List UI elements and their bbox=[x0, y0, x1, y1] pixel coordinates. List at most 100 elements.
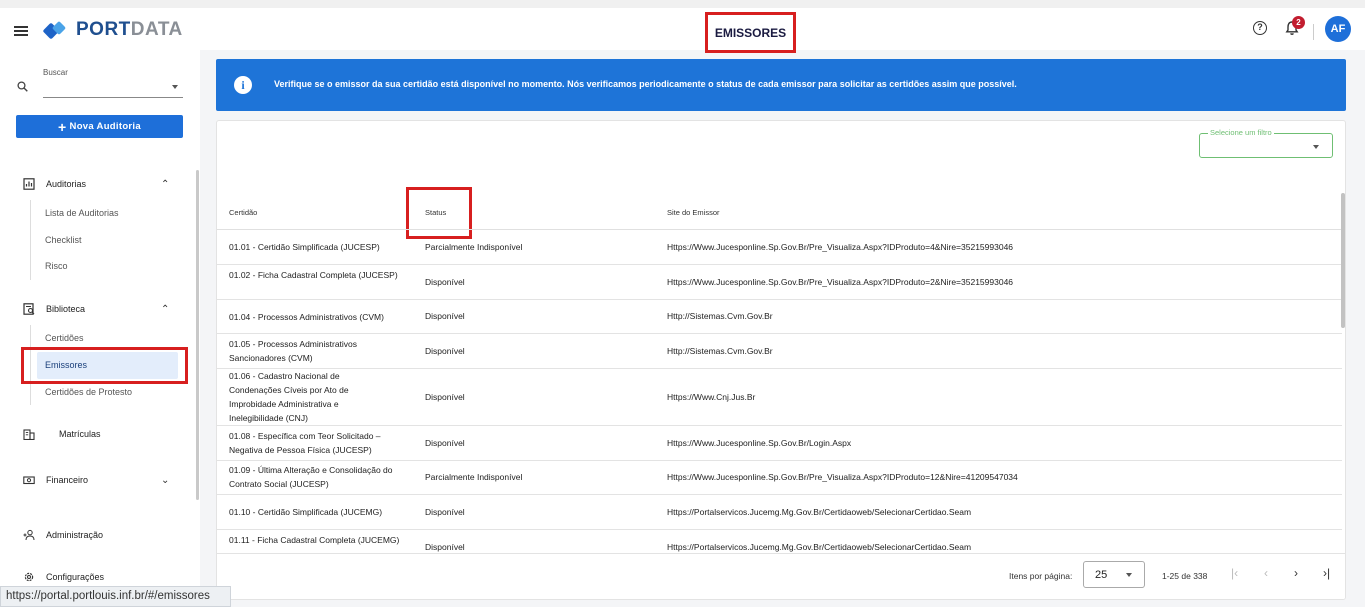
table-row[interactable]: 01.04 - Processos Administrativos (CVM) … bbox=[217, 300, 1342, 334]
sidebar-section-administracao[interactable]: Administração bbox=[0, 525, 200, 545]
filter-select[interactable]: Selecione um filtro bbox=[1199, 128, 1333, 158]
cell-status: Parcialmente Indisponível bbox=[425, 472, 523, 482]
sidebar-section-matriculas[interactable]: Matrículas bbox=[0, 424, 200, 444]
search-input[interactable] bbox=[43, 97, 183, 98]
cell-status: Disponível bbox=[425, 346, 465, 356]
cell-certidao: 01.06 - Cadastro Nacional de Condenações… bbox=[229, 371, 349, 423]
cell-certidao: 01.11 - Ficha Cadastral Completa (JUCEMG… bbox=[229, 535, 400, 545]
cell-site[interactable]: Https://Portalservicos.Jucemg.Mg.Gov.Br/… bbox=[667, 542, 971, 552]
money-icon bbox=[23, 476, 35, 485]
cell-site[interactable]: Https://Www.Jucesponline.Sp.Gov.Br/Login… bbox=[667, 438, 851, 448]
menu-icon[interactable] bbox=[14, 26, 28, 36]
gear-icon bbox=[24, 572, 34, 582]
table-row[interactable]: 01.08 - Específica com Teor Solicitado –… bbox=[217, 426, 1342, 461]
cell-site[interactable]: Https://Www.Cnj.Jus.Br bbox=[667, 392, 755, 402]
table-scrollbar[interactable] bbox=[1341, 193, 1345, 328]
cell-site[interactable]: Https://Www.Jucesponline.Sp.Gov.Br/Pre_V… bbox=[667, 472, 1018, 482]
page-title-highlight: EMISSORES bbox=[705, 12, 796, 53]
sidebar-item-certidoes-de-protesto[interactable]: Certidões de Protesto bbox=[45, 387, 132, 397]
sidebar-item-risco[interactable]: Risco bbox=[45, 261, 68, 271]
new-audit-button[interactable]: + Nova Auditoria bbox=[16, 115, 183, 138]
sidebar-section-biblioteca[interactable]: Biblioteca ⌃ bbox=[0, 299, 200, 319]
cell-certidao: 01.04 - Processos Administrativos (CVM) bbox=[229, 312, 384, 322]
active-item-highlight bbox=[21, 347, 188, 384]
cell-site[interactable]: Http://Sistemas.Cvm.Gov.Br bbox=[667, 311, 773, 321]
search-label: Buscar bbox=[43, 68, 68, 77]
logo-mark bbox=[42, 20, 68, 40]
cell-certidao: 01.08 - Específica com Teor Solicitado –… bbox=[229, 431, 381, 455]
page-size-select[interactable]: 25 bbox=[1083, 561, 1145, 588]
status-bar-url: https://portal.portlouis.inf.br/#/emisso… bbox=[0, 586, 231, 607]
sidebar-section-auditorias[interactable]: Auditorias ⌃ bbox=[0, 174, 200, 194]
cell-site[interactable]: Https://Portalservicos.Jucemg.Mg.Gov.Br/… bbox=[667, 507, 971, 517]
sidebar-item-checklist[interactable]: Checklist bbox=[45, 235, 82, 245]
prev-page-icon[interactable]: ‹ bbox=[1264, 566, 1268, 580]
items-per-page-label: Itens por página: bbox=[1009, 571, 1073, 581]
divider bbox=[1313, 24, 1314, 40]
sidebar-section-label: Configurações bbox=[46, 572, 105, 582]
cell-certidao: 01.01 - Certidão Simplificada (JUCESP) bbox=[229, 242, 380, 252]
notification-badge: 2 bbox=[1292, 16, 1305, 29]
avatar[interactable]: AF bbox=[1325, 16, 1351, 42]
help-icon[interactable]: ? bbox=[1253, 21, 1267, 35]
sidebar-section-financeiro[interactable]: Financeiro ⌄ bbox=[0, 470, 200, 490]
chevron-down-icon[interactable] bbox=[172, 85, 178, 89]
sidebar: Buscar + Nova Auditoria Auditorias ⌃ Lis… bbox=[0, 50, 200, 607]
info-banner: i Verifique se o emissor da sua certidão… bbox=[216, 59, 1346, 111]
cell-certidao: 01.09 - Última Alteração e Consolidação … bbox=[229, 465, 393, 489]
add-user-icon bbox=[23, 529, 35, 541]
cell-status: Disponível bbox=[425, 392, 465, 402]
sidebar-item-certidoes[interactable]: Certidões bbox=[45, 333, 84, 343]
chevron-down-icon bbox=[1126, 573, 1132, 577]
tree-line bbox=[30, 200, 31, 280]
table-row[interactable]: 01.02 - Ficha Cadastral Completa (JUCESP… bbox=[217, 265, 1342, 300]
sidebar-section-configuracoes[interactable]: Configurações bbox=[0, 567, 200, 587]
chevron-down-icon[interactable]: ⌄ bbox=[161, 475, 169, 486]
table-row[interactable]: 01.01 - Certidão Simplificada (JUCESP) P… bbox=[217, 230, 1342, 265]
sidebar-scrollbar[interactable] bbox=[196, 170, 199, 500]
filter-label: Selecione um filtro bbox=[1208, 128, 1274, 137]
top-bar: PORTDATA EMISSORES ? 2 AF bbox=[0, 0, 1365, 53]
cell-certidao: 01.10 - Certidão Simplificada (JUCEMG) bbox=[229, 507, 383, 517]
new-audit-label: Nova Auditoria bbox=[69, 121, 141, 132]
info-banner-text: Verifique se o emissor da sua certidão e… bbox=[274, 79, 1017, 89]
report-icon bbox=[23, 178, 35, 190]
cell-site[interactable]: Https://Www.Jucesponline.Sp.Gov.Br/Pre_V… bbox=[667, 242, 1013, 252]
page-size-value: 25 bbox=[1095, 569, 1108, 581]
logo-text-data: DATA bbox=[130, 19, 183, 40]
sidebar-section-label: Administração bbox=[46, 530, 104, 540]
table-row[interactable]: 01.06 - Cadastro Nacional de Condenações… bbox=[217, 369, 1342, 426]
last-page-icon[interactable]: ›| bbox=[1323, 566, 1330, 580]
sidebar-section-label: Matrículas bbox=[59, 429, 101, 439]
cell-status: Disponível bbox=[425, 507, 465, 517]
plus-icon: + bbox=[58, 118, 67, 135]
cell-certidao: 01.02 - Ficha Cadastral Completa (JUCESP… bbox=[229, 270, 398, 280]
building-icon bbox=[23, 429, 35, 440]
cell-certidao: 01.05 - Processos Administrativos Sancio… bbox=[229, 339, 358, 363]
chevron-up-icon[interactable]: ⌃ bbox=[161, 179, 169, 190]
page-range-label: 1-25 de 338 bbox=[1162, 571, 1208, 581]
search-icon bbox=[17, 81, 28, 92]
first-page-icon[interactable]: |‹ bbox=[1231, 566, 1238, 580]
paginator: Itens por página: 25 1-25 de 338 |‹ ‹ › … bbox=[217, 553, 1345, 599]
logo-text-port: PORT bbox=[76, 19, 131, 40]
cell-status: Disponível bbox=[425, 438, 465, 448]
chevron-down-icon[interactable] bbox=[1313, 145, 1319, 149]
cell-site[interactable]: Https://Www.Jucesponline.Sp.Gov.Br/Pre_V… bbox=[667, 277, 1013, 287]
sidebar-item-lista-de-auditorias[interactable]: Lista de Auditorias bbox=[45, 208, 119, 218]
chevron-up-icon[interactable]: ⌃ bbox=[161, 304, 169, 315]
column-header-site[interactable]: Site do Emissor bbox=[667, 208, 720, 217]
next-page-icon[interactable]: › bbox=[1294, 566, 1298, 580]
table-row[interactable]: 01.09 - Última Alteração e Consolidação … bbox=[217, 461, 1342, 495]
table-row[interactable]: 01.05 - Processos Administrativos Sancio… bbox=[217, 334, 1342, 369]
table-row[interactable]: 01.10 - Certidão Simplificada (JUCEMG) D… bbox=[217, 495, 1342, 530]
page-title: EMISSORES bbox=[714, 25, 787, 40]
emissores-card: Selecione um filtro Certidão Status Site… bbox=[216, 120, 1346, 600]
sidebar-section-label: Biblioteca bbox=[46, 304, 86, 314]
cell-status: Disponível bbox=[425, 542, 465, 552]
library-search-icon bbox=[23, 303, 35, 315]
cell-status: Disponível bbox=[425, 311, 465, 321]
column-header-certidao[interactable]: Certidão bbox=[229, 208, 257, 217]
logo[interactable]: PORTDATA bbox=[42, 19, 183, 41]
cell-site[interactable]: Http://Sistemas.Cvm.Gov.Br bbox=[667, 346, 773, 356]
